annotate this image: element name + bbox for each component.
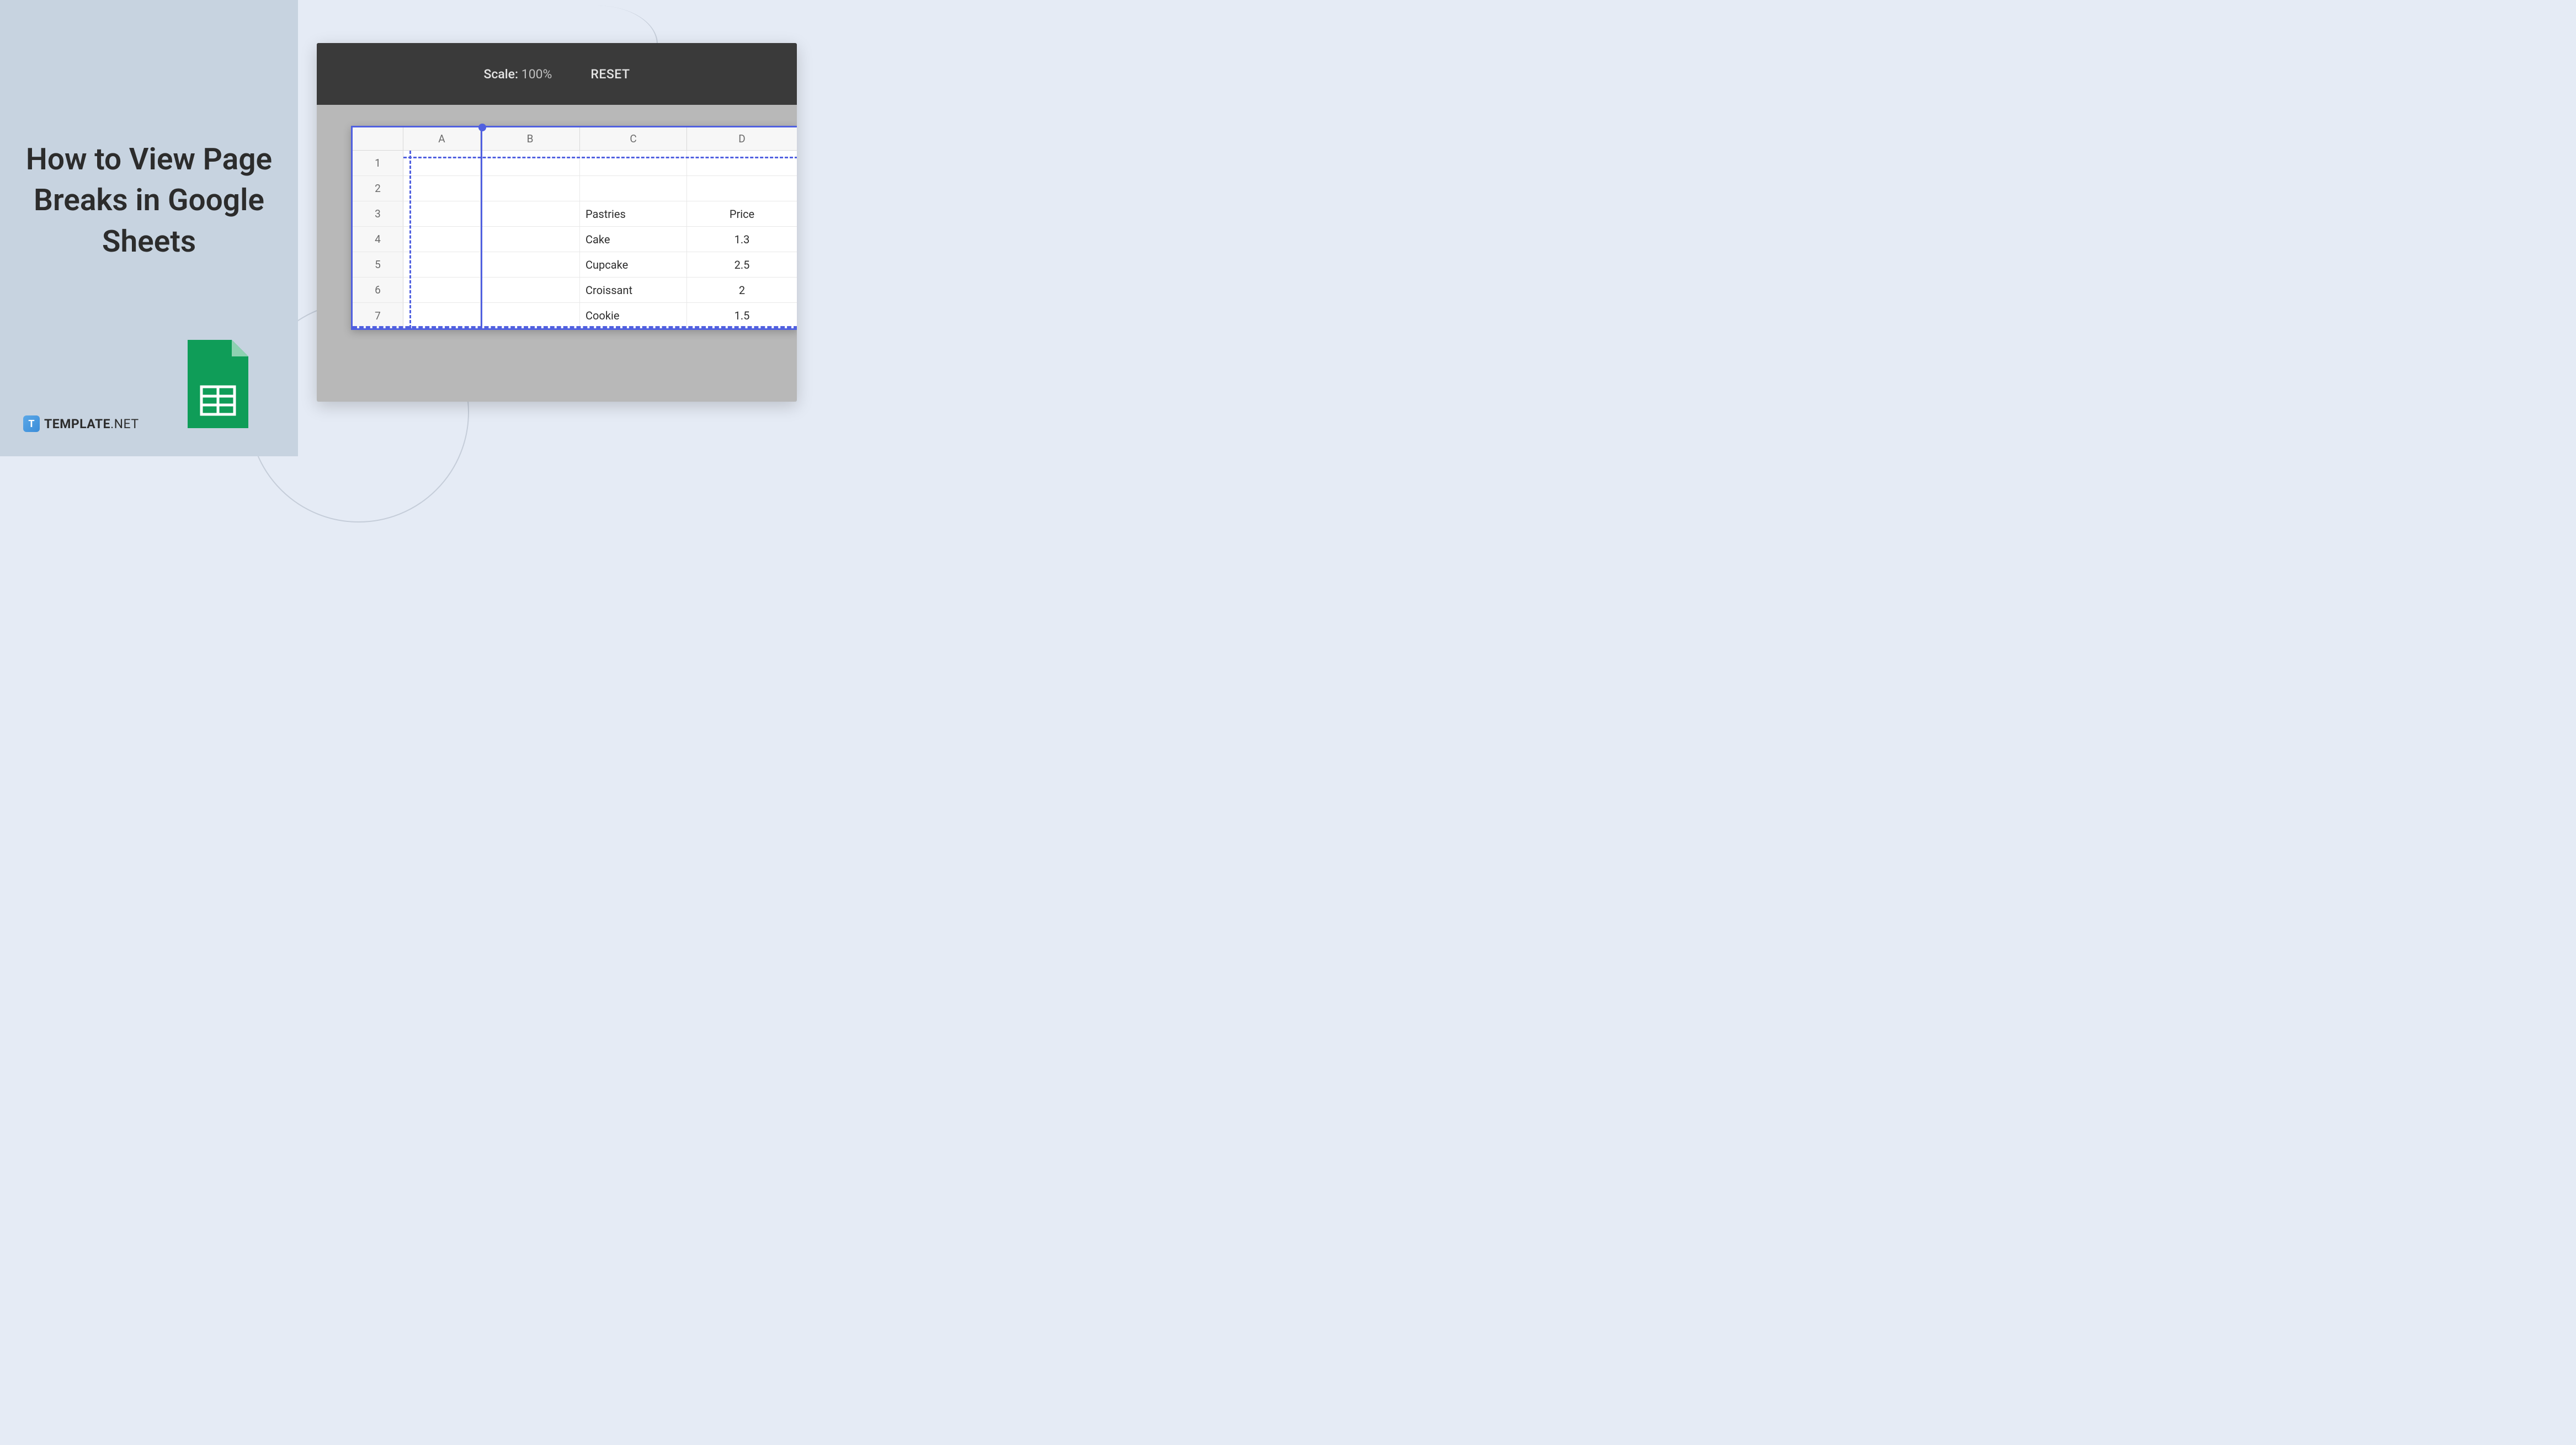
scale-control[interactable]: Scale: 100% bbox=[483, 67, 552, 82]
cell[interactable] bbox=[687, 176, 797, 201]
row-header[interactable]: 3 bbox=[353, 201, 403, 226]
corner-cell[interactable] bbox=[353, 127, 403, 150]
cell[interactable] bbox=[403, 303, 481, 328]
row-header[interactable]: 7 bbox=[353, 303, 403, 328]
print-toolbar: Scale: 100% RESET bbox=[317, 43, 797, 105]
row-header[interactable]: 1 bbox=[353, 151, 403, 175]
table-row: 6 Croissant 2 bbox=[353, 278, 797, 303]
cell[interactable] bbox=[481, 303, 580, 328]
cell[interactable]: Croissant bbox=[580, 278, 687, 302]
cell[interactable]: Cookie bbox=[580, 303, 687, 328]
cell[interactable]: Price bbox=[687, 201, 797, 226]
reset-button[interactable]: RESET bbox=[590, 67, 630, 82]
cell[interactable]: Pastries bbox=[580, 201, 687, 226]
cell[interactable] bbox=[481, 201, 580, 226]
scale-value: 100% bbox=[521, 67, 552, 82]
table-row: 4 Cake 1.3 bbox=[353, 227, 797, 252]
spreadsheet-grid: A B C D 1 2 bbox=[351, 126, 797, 330]
cell[interactable] bbox=[403, 278, 481, 302]
grid-body: 1 2 3 Pastries bbox=[353, 151, 797, 328]
page-break-vertical-dashed[interactable] bbox=[409, 151, 411, 328]
scale-label: Scale: bbox=[483, 67, 518, 82]
row-header[interactable]: 4 bbox=[353, 227, 403, 252]
column-header-a[interactable]: A bbox=[403, 127, 481, 150]
cell[interactable] bbox=[481, 176, 580, 201]
brand-logo: T TEMPLATE.NET bbox=[23, 415, 139, 432]
cell[interactable] bbox=[687, 151, 797, 175]
cell[interactable]: Cupcake bbox=[580, 252, 687, 277]
cell[interactable]: 2 bbox=[687, 278, 797, 302]
brand-icon: T bbox=[23, 415, 40, 432]
sheet-preview: A B C D 1 2 bbox=[317, 105, 797, 402]
cell[interactable] bbox=[481, 278, 580, 302]
page-break-drag-handle[interactable] bbox=[478, 124, 486, 131]
row-header[interactable]: 5 bbox=[353, 252, 403, 277]
cell[interactable]: 2.5 bbox=[687, 252, 797, 277]
cell[interactable] bbox=[481, 151, 580, 175]
cell[interactable]: Cake bbox=[580, 227, 687, 252]
table-row: 1 bbox=[353, 151, 797, 176]
table-row: 7 Cookie 1.5 bbox=[353, 303, 797, 328]
cell[interactable] bbox=[403, 176, 481, 201]
left-panel: How to View Page Breaks in Google Sheets… bbox=[0, 0, 298, 456]
screenshot-panel: Scale: 100% RESET A B C D 1 bbox=[317, 43, 797, 402]
cell[interactable] bbox=[403, 227, 481, 252]
brand-text: TEMPLATE.NET bbox=[44, 417, 139, 431]
cell[interactable] bbox=[403, 151, 481, 175]
column-headers: A B C D bbox=[353, 127, 797, 151]
cell[interactable] bbox=[481, 227, 580, 252]
cell[interactable] bbox=[403, 201, 481, 226]
table-row: 2 bbox=[353, 176, 797, 201]
row-header[interactable]: 2 bbox=[353, 176, 403, 201]
cell[interactable] bbox=[481, 252, 580, 277]
table-row: 5 Cupcake 2.5 bbox=[353, 252, 797, 278]
column-header-b[interactable]: B bbox=[481, 127, 580, 150]
page-title: How to View Page Breaks in Google Sheets bbox=[22, 139, 276, 262]
cell[interactable] bbox=[403, 252, 481, 277]
page-break-horizontal-dashed[interactable] bbox=[403, 157, 797, 158]
column-header-c[interactable]: C bbox=[580, 127, 687, 150]
cell[interactable]: 1.5 bbox=[687, 303, 797, 328]
cell[interactable] bbox=[580, 151, 687, 175]
cell[interactable]: 1.3 bbox=[687, 227, 797, 252]
column-header-d[interactable]: D bbox=[687, 127, 797, 150]
page-break-horizontal-dashed[interactable] bbox=[353, 326, 797, 328]
google-sheets-icon bbox=[182, 337, 254, 433]
table-row: 3 Pastries Price bbox=[353, 201, 797, 227]
cell[interactable] bbox=[580, 176, 687, 201]
row-header[interactable]: 6 bbox=[353, 278, 403, 302]
